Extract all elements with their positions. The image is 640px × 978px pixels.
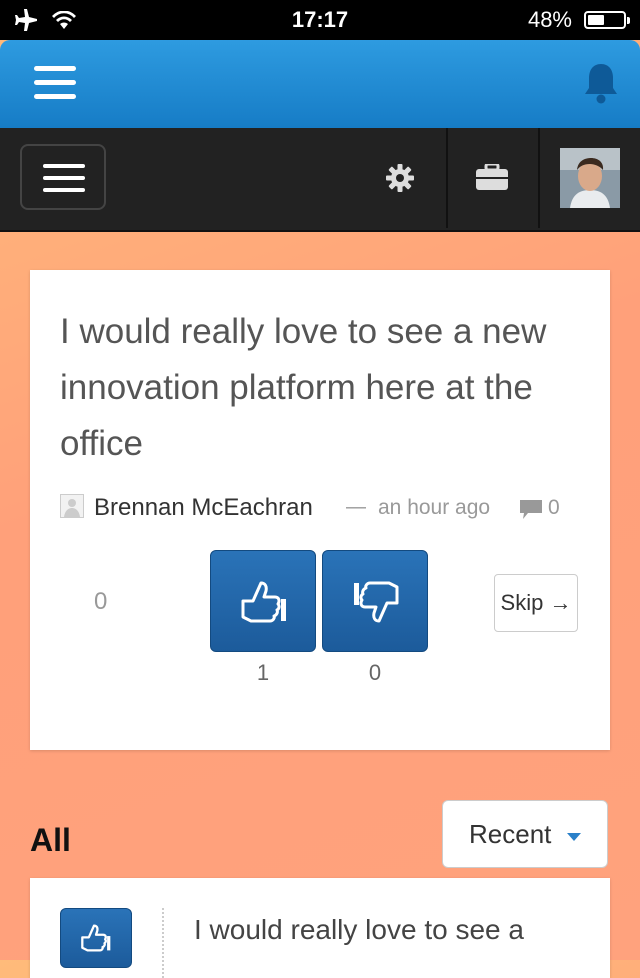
hamburger-icon[interactable] <box>34 66 76 102</box>
battery-percent: 48% <box>527 7 572 32</box>
author-name[interactable]: Brennan McEachran <box>94 494 313 522</box>
thumbs-up-icon <box>241 581 286 623</box>
downvote-button[interactable] <box>322 550 428 652</box>
secondary-nav <box>0 128 640 232</box>
user-avatar[interactable] <box>560 148 620 208</box>
idea-score: 0 <box>94 588 108 615</box>
bell-icon[interactable] <box>584 62 618 104</box>
list-divider <box>162 908 164 978</box>
battery-fill <box>588 15 604 25</box>
skip-button[interactable]: Skip → <box>494 574 578 632</box>
list-upvote-button[interactable] <box>60 908 132 968</box>
nav-divider <box>538 128 540 228</box>
status-bar: 17:17 48% <box>0 0 640 40</box>
gear-icon[interactable] <box>386 164 414 192</box>
list-item[interactable]: I would really love to see a <box>30 878 610 978</box>
comment-icon[interactable] <box>520 500 542 520</box>
idea-text[interactable]: I would really love to see a new innovat… <box>60 304 600 472</box>
list-item-text[interactable]: I would really love to see a <box>194 914 524 946</box>
sort-dropdown[interactable]: Recent <box>442 800 608 868</box>
author-row: Brennan McEachran — an hour ago 0 <box>60 494 600 524</box>
upvote-button[interactable] <box>210 550 316 652</box>
sort-label: Recent <box>469 819 552 849</box>
thumbs-down-icon <box>354 581 399 623</box>
user-placeholder-icon <box>60 494 84 518</box>
thumbs-up-icon <box>81 924 111 952</box>
nav-divider <box>446 128 448 228</box>
caret-down-icon <box>567 833 581 841</box>
avatar-image <box>560 148 620 208</box>
battery-nub <box>627 17 630 24</box>
battery-icon <box>584 11 630 29</box>
section-title: All <box>30 822 71 858</box>
idea-card: I would really love to see a new innovat… <box>30 270 610 750</box>
app-header <box>0 40 640 128</box>
nav-toggle-button[interactable] <box>20 144 106 210</box>
time-ago: an hour ago <box>378 496 491 519</box>
upvote-count: 1 <box>256 660 270 685</box>
briefcase-icon[interactable] <box>476 164 508 190</box>
downvote-count: 0 <box>368 660 382 685</box>
comment-count[interactable]: 0 <box>548 496 560 520</box>
meta-separator: — <box>346 496 366 518</box>
